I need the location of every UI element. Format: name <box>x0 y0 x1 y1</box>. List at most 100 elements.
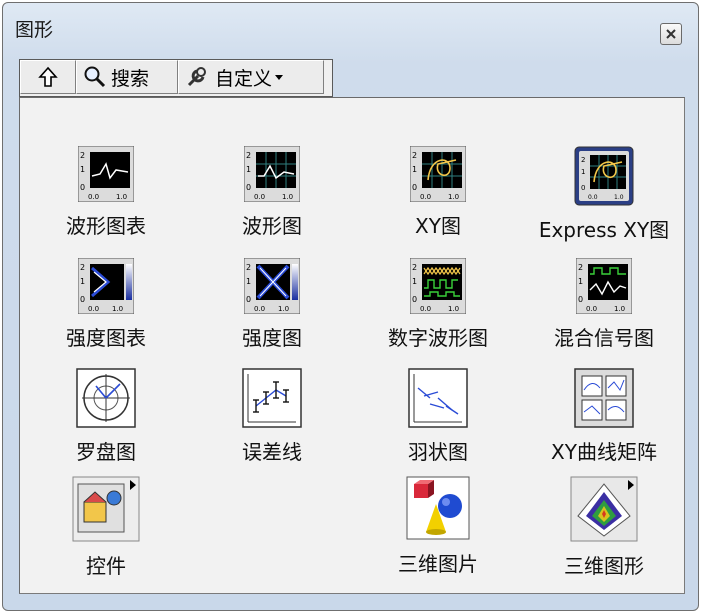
feather-plot-icon <box>408 368 468 428</box>
item-label: 罗盘图 <box>76 440 136 464</box>
wrench-icon <box>187 67 206 87</box>
svg-text:1.0: 1.0 <box>112 305 123 313</box>
svg-text:1: 1 <box>412 277 417 286</box>
svg-text:0: 0 <box>412 183 417 192</box>
svg-text:2: 2 <box>80 151 85 160</box>
palette-window: 图形 搜索 自定义 2 1 0 0.0 1.0 波形图表 2 1 0 0.0 1… <box>2 2 699 611</box>
item-label: 强度图表 <box>66 326 146 350</box>
item-label: 三维图形 <box>564 554 644 578</box>
waveform-graph-item[interactable]: 2 1 0 0.0 1.0 波形图 <box>192 145 352 239</box>
svg-text:0.0: 0.0 <box>586 305 597 313</box>
3d-picture-item[interactable]: 三维图片 <box>358 476 518 577</box>
close-icon <box>666 29 676 39</box>
item-label: XY曲线矩阵 <box>551 440 657 464</box>
svg-text:1: 1 <box>246 277 251 286</box>
digital-waveform-graph-item[interactable]: 2 1 0 0.0 1.0 数字波形图 <box>358 257 518 351</box>
svg-text:1: 1 <box>578 277 583 286</box>
palette-toolbar: 搜索 自定义 <box>19 59 333 97</box>
svg-text:0: 0 <box>412 295 417 304</box>
search-label: 搜索 <box>111 67 150 90</box>
svg-text:1: 1 <box>80 165 85 174</box>
item-label: 误差线 <box>242 440 302 464</box>
item-label: XY图 <box>415 214 461 238</box>
waveform-chart-item[interactable]: 2 1 0 0.0 1.0 波形图表 <box>26 145 186 239</box>
intensity-graph-item[interactable]: 2 1 0 0.0 1.0 强度图 <box>192 257 352 351</box>
waveform-graph-icon: 2 1 0 0.0 1.0 <box>243 145 301 203</box>
svg-text:0: 0 <box>581 184 585 192</box>
svg-text:1.0: 1.0 <box>278 305 289 313</box>
controls-icon <box>72 476 140 542</box>
item-label: 三维图片 <box>398 552 478 576</box>
svg-text:1: 1 <box>581 168 585 176</box>
3d-graph-icon <box>570 476 638 542</box>
xy-graph-icon: 2 1 0 0.0 1.0 <box>409 145 467 203</box>
item-label: 波形图 <box>242 214 302 238</box>
svg-text:0: 0 <box>80 183 85 192</box>
svg-text:0.0: 0.0 <box>88 305 99 313</box>
svg-text:0: 0 <box>80 295 85 304</box>
item-label: 波形图表 <box>66 214 146 238</box>
compass-plot-icon <box>76 368 136 428</box>
svg-text:2: 2 <box>581 156 585 164</box>
up-button[interactable] <box>20 60 76 94</box>
svg-text:2: 2 <box>246 263 251 272</box>
search-button[interactable]: 搜索 <box>76 60 178 94</box>
xy-graph-item[interactable]: 2 1 0 0.0 1.0 XY图 <box>358 145 518 239</box>
svg-text:0.0: 0.0 <box>88 193 99 201</box>
svg-text:0: 0 <box>246 295 251 304</box>
svg-text:1.0: 1.0 <box>448 193 459 201</box>
close-button[interactable] <box>660 23 682 45</box>
error-bar-plot-item[interactable]: 误差线 <box>192 368 352 465</box>
item-label: 混合信号图 <box>554 326 654 350</box>
compass-plot-item[interactable]: 罗盘图 <box>26 368 186 465</box>
svg-text:0: 0 <box>578 295 583 304</box>
intensity-graph-icon: 2 1 0 0.0 1.0 <box>243 257 301 315</box>
svg-text:0.0: 0.0 <box>420 305 431 313</box>
titlebar[interactable]: 图形 <box>3 3 698 49</box>
svg-text:1: 1 <box>80 277 85 286</box>
svg-text:0: 0 <box>246 183 251 192</box>
svg-text:1: 1 <box>246 165 251 174</box>
digital-waveform-graph-icon: 2 1 0 0.0 1.0 <box>409 257 467 315</box>
xy-plot-matrix-item[interactable]: XY曲线矩阵 <box>524 368 684 465</box>
svg-text:1: 1 <box>412 165 417 174</box>
xy-plot-matrix-icon <box>574 368 634 428</box>
item-label: Express XY图 <box>538 218 670 242</box>
3d-graph-item[interactable]: 三维图形 <box>524 476 684 579</box>
window-title: 图形 <box>15 19 54 41</box>
svg-text:0.0: 0.0 <box>420 193 431 201</box>
palette-panel: 2 1 0 0.0 1.0 波形图表 2 1 0 0.0 1.0 波形图 2 1 0 0… <box>19 97 685 594</box>
item-label: 数字波形图 <box>388 326 488 350</box>
svg-text:0.0: 0.0 <box>254 193 265 201</box>
express-xy-graph-item[interactable]: 2 1 0 0.0 1.0 Express XY图 <box>524 146 684 243</box>
svg-text:2: 2 <box>578 263 583 272</box>
express-xy-graph-icon: 2 1 0 0.0 1.0 <box>574 146 634 206</box>
svg-text:1.0: 1.0 <box>614 194 624 201</box>
svg-text:2: 2 <box>412 263 417 272</box>
svg-text:0.0: 0.0 <box>254 305 265 313</box>
magnifier-icon <box>84 66 106 88</box>
feather-plot-item[interactable]: 羽状图 <box>358 368 518 465</box>
item-label: 控件 <box>86 554 126 578</box>
dropdown-arrow-icon <box>275 75 284 80</box>
customize-label: 自定义 <box>215 67 273 90</box>
intensity-chart-icon: 2 1 0 0.0 1.0 <box>77 257 135 315</box>
svg-text:2: 2 <box>246 151 251 160</box>
intensity-chart-item[interactable]: 2 1 0 0.0 1.0 强度图表 <box>26 257 186 351</box>
svg-text:1.0: 1.0 <box>116 193 127 201</box>
item-label: 强度图 <box>242 326 302 350</box>
svg-text:1.0: 1.0 <box>448 305 459 313</box>
controls-subpalette-item[interactable]: 控件 <box>26 476 186 579</box>
arrow-up-icon <box>38 66 58 87</box>
item-label: 羽状图 <box>408 440 468 464</box>
mixed-signal-graph-item[interactable]: 2 1 0 0.0 1.0 混合信号图 <box>524 257 684 351</box>
customize-button[interactable]: 自定义 <box>178 60 324 94</box>
svg-text:2: 2 <box>80 263 85 272</box>
svg-text:0.0: 0.0 <box>588 194 598 201</box>
waveform-chart-icon: 2 1 0 0.0 1.0 <box>77 145 135 203</box>
svg-text:1.0: 1.0 <box>282 193 293 201</box>
mixed-signal-graph-icon: 2 1 0 0.0 1.0 <box>575 257 633 315</box>
3d-picture-icon <box>406 476 470 540</box>
svg-text:1.0: 1.0 <box>614 305 625 313</box>
svg-text:2: 2 <box>412 151 417 160</box>
